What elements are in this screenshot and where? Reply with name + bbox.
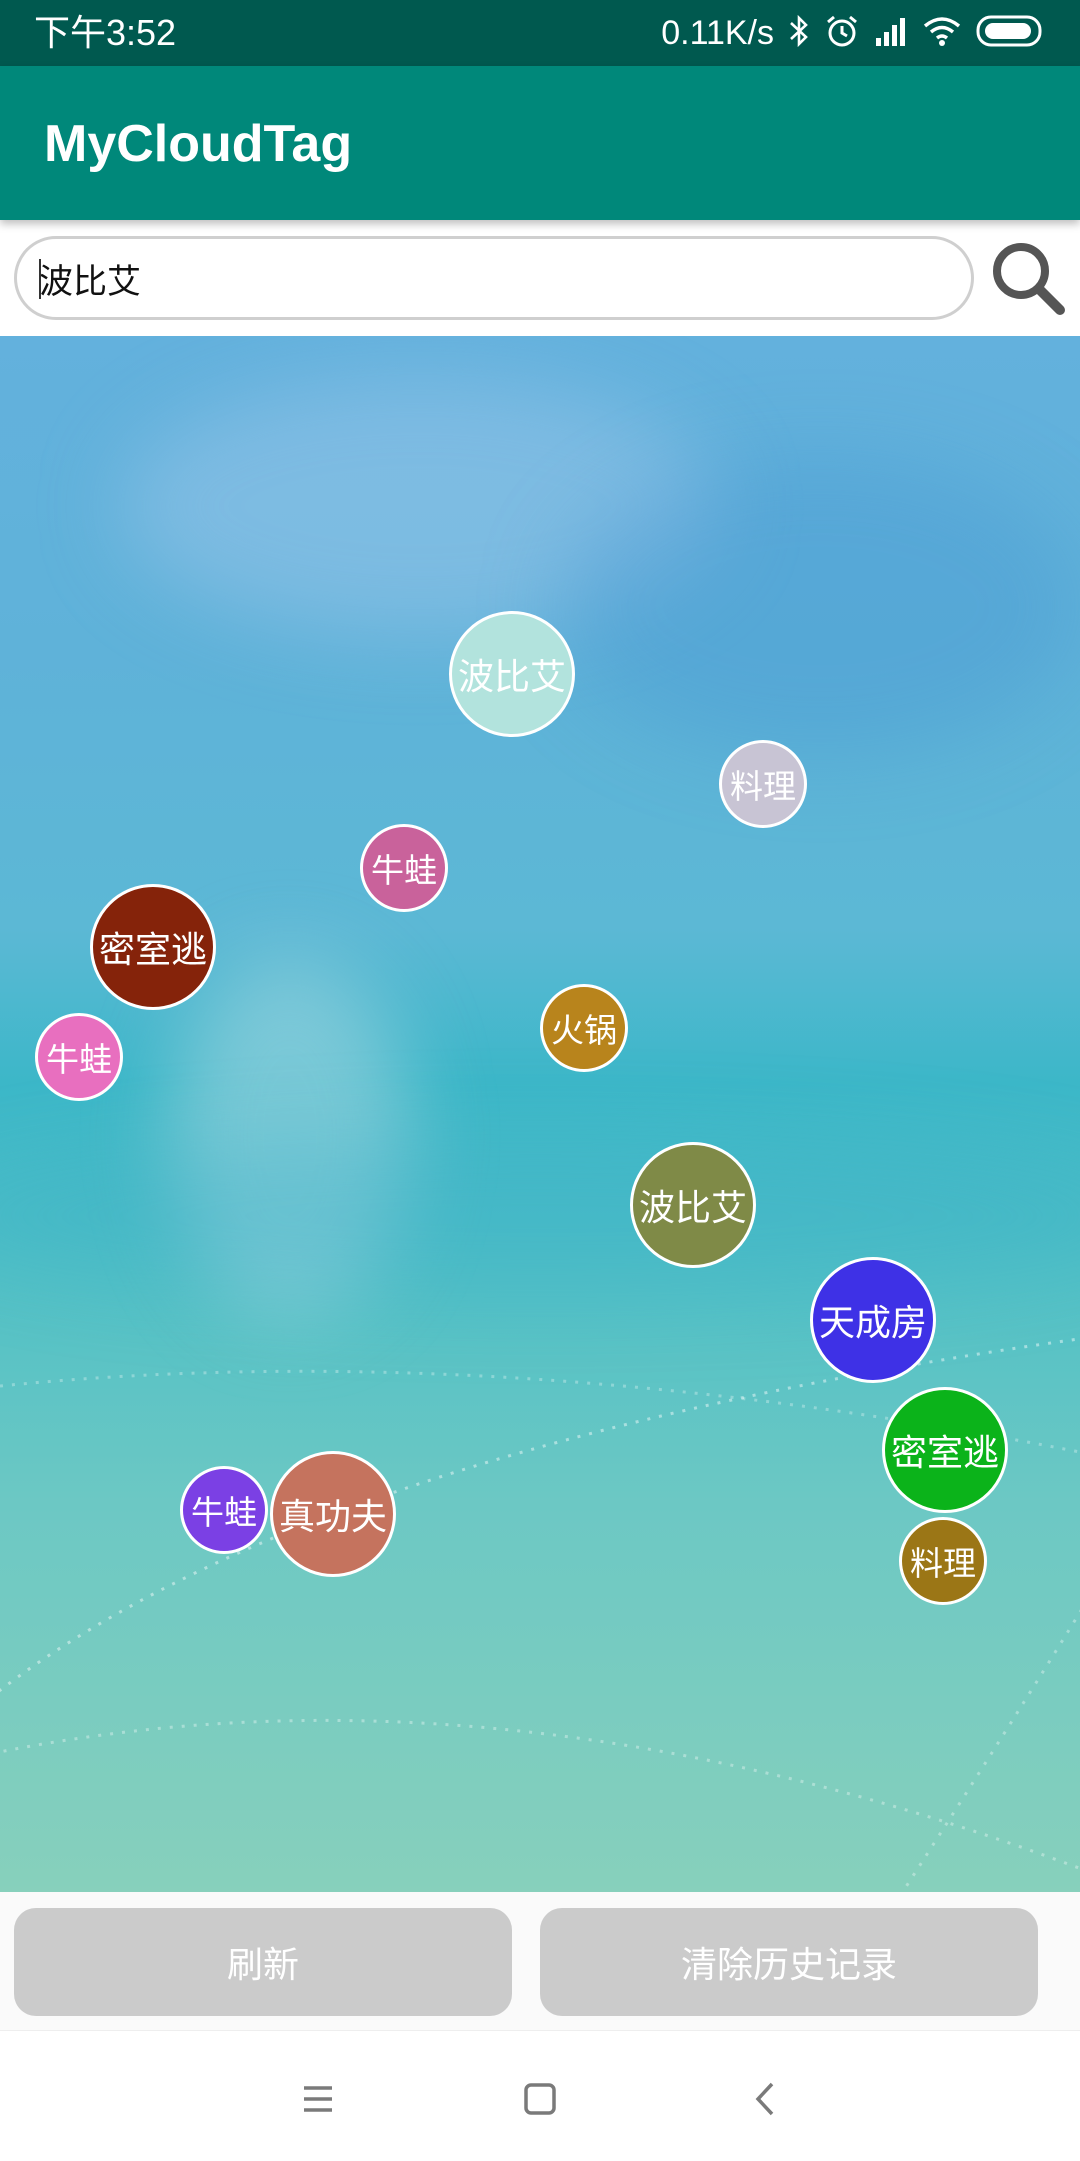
refresh-button[interactable]: 刷新 — [14, 1908, 512, 2016]
search-bar — [0, 220, 1080, 336]
home-icon — [524, 2083, 556, 2115]
menu-icon — [304, 2086, 332, 2112]
app-title: MyCloudTag — [44, 115, 353, 173]
action-bar: 刷新 清除历史记录 — [0, 1892, 1080, 2030]
home-button[interactable] — [510, 2069, 570, 2129]
tag-bubble[interactable]: 真功夫 — [270, 1451, 396, 1577]
tag-bubble[interactable]: 火锅 — [540, 984, 628, 1072]
tag-bubble[interactable]: 波比艾 — [630, 1142, 756, 1268]
tag-bubble[interactable]: 密室逃 — [882, 1387, 1008, 1513]
search-field-container[interactable] — [14, 236, 974, 320]
bluetooth-icon — [788, 14, 810, 52]
wifi-icon — [922, 15, 962, 51]
tag-cloud: 波比艾 料理 牛蛙 密室逃 牛蛙 火锅 波比艾 天成房 密室逃 牛蛙 真功夫 料… — [0, 336, 1080, 1892]
back-button[interactable] — [736, 2069, 796, 2129]
menu-button[interactable] — [288, 2069, 348, 2129]
clear-history-button[interactable]: 清除历史记录 — [540, 1908, 1038, 2016]
search-icon — [993, 243, 1065, 315]
tag-bubble[interactable]: 牛蛙 — [35, 1013, 123, 1101]
status-icons: 0.11K/s — [661, 8, 1046, 58]
system-nav-bar — [0, 2030, 1080, 2161]
search-input[interactable] — [39, 239, 939, 317]
tag-bubble[interactable]: 波比艾 — [449, 611, 575, 737]
tag-bubble[interactable]: 料理 — [899, 1517, 987, 1605]
app-bar: MyCloudTag — [0, 66, 1080, 220]
search-button[interactable] — [988, 238, 1068, 318]
tag-bubble[interactable]: 密室逃 — [90, 884, 216, 1010]
tag-bubble[interactable]: 牛蛙 — [180, 1466, 268, 1554]
tag-bubble[interactable]: 料理 — [719, 740, 807, 828]
text-cursor — [39, 259, 41, 299]
tag-bubble[interactable]: 牛蛙 — [360, 824, 448, 912]
tag-bubble[interactable]: 天成房 — [810, 1257, 936, 1383]
battery-icon — [976, 15, 1046, 51]
status-bar: 下午3:52 0.11K/s — [0, 0, 1080, 66]
background-dotted-arcs — [0, 1337, 1080, 1892]
status-time: 下午3:52 — [34, 12, 177, 53]
back-icon — [755, 2082, 774, 2116]
network-speed: 0.11K/s — [661, 13, 774, 52]
signal-icon — [874, 16, 908, 50]
alarm-icon — [824, 13, 860, 53]
